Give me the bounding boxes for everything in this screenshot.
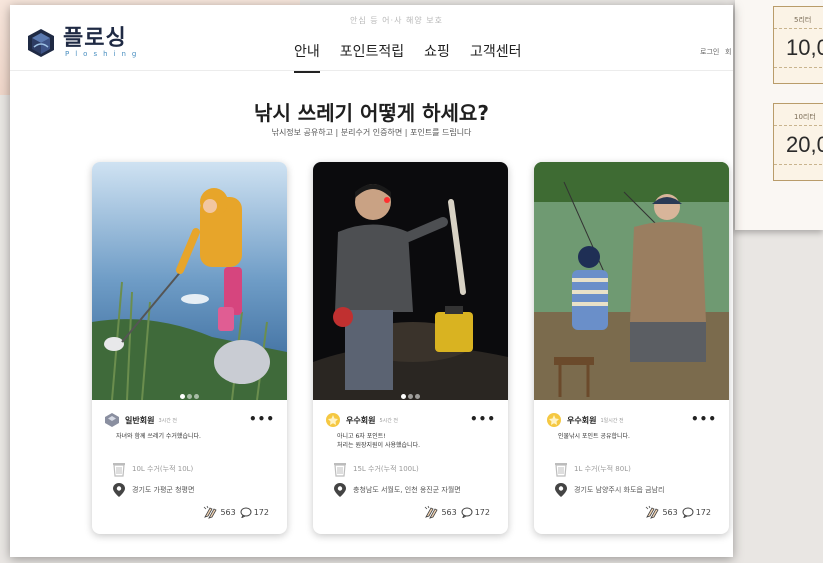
collection-info: 10L 수거(누적 10L)	[112, 461, 193, 477]
location-info: 경기도 남양주시 화도읍 금남리	[554, 482, 664, 498]
side-point-value: 10,0	[786, 35, 823, 60]
premium-member-badge-icon	[326, 413, 340, 427]
member-level: 우수회원	[567, 415, 597, 425]
main-nav: 안내 포인트적립 쇼핑 고객센터	[294, 41, 521, 73]
standard-member-badge-icon	[105, 413, 119, 427]
location-text: 충청남도 서월도, 인천 옹진군 자월면	[353, 486, 461, 494]
post-photo[interactable]	[313, 162, 508, 400]
speech-bubble-icon[interactable]	[240, 507, 252, 518]
collection-amount: 15L 수거(누적 100L)	[353, 465, 419, 473]
more-dots-icon[interactable]: •••	[691, 412, 717, 426]
logo[interactable]: 플로싱 Ploshing	[25, 27, 142, 59]
clapping-hands-icon[interactable]	[423, 505, 439, 519]
post-author: 우수회원 1일시간 전	[546, 412, 624, 428]
comments-count: 172	[253, 507, 269, 517]
location-info: 경기도 가평군 청평면	[112, 482, 194, 498]
likes-count: 563	[220, 507, 236, 517]
side-point-card: 5리터 10,0	[773, 6, 823, 84]
collection-amount: 10L 수거(누적 10L)	[132, 465, 194, 473]
nav-item-shopping[interactable]: 쇼핑	[424, 41, 450, 73]
logo-wordmark: 플로싱	[63, 26, 127, 51]
post-stats: 563 172	[202, 505, 273, 519]
post-card[interactable]: 우수회원 5시간 전 ••• 아니고 6자 포인트! 처리는 원장지원이 사용했…	[313, 162, 508, 534]
carousel-dots[interactable]	[313, 384, 508, 403]
side-point-value: 20,0	[786, 132, 823, 157]
nav-item-guide[interactable]: 안내	[294, 41, 320, 73]
clapping-hands-icon[interactable]	[644, 505, 660, 519]
side-point-label: 5리터	[774, 7, 823, 29]
hero-title: 낚시 쓰레기 어떻게 하세요?	[254, 101, 489, 125]
speech-bubble-icon[interactable]	[461, 507, 473, 518]
more-dots-icon[interactable]: •••	[470, 412, 496, 426]
trash-can-icon	[334, 463, 346, 477]
post-author: 일반회원 3시간 전	[104, 412, 177, 428]
post-card[interactable]: 일반회원 3시간 전 ••• 자녀와 함께 쓰레기 수거했습니다. 10L 수거…	[92, 162, 287, 534]
clapping-hands-icon[interactable]	[202, 505, 218, 519]
likes-count: 563	[441, 507, 457, 517]
hero-subtitle: 낚시정보 공유하고 | 분리수거 인증하면 | 포인트를 드립니다	[271, 128, 472, 137]
collection-info: 15L 수거(누적 100L)	[333, 461, 419, 477]
more-dots-icon[interactable]: •••	[249, 412, 275, 426]
header-topline: 안심 등 어·사 해양 보호	[350, 16, 443, 25]
location-text: 경기도 가평군 청평면	[132, 486, 195, 494]
post-description: 자녀와 함께 쓰레기 수거했습니다.	[116, 433, 201, 440]
post-card[interactable]: 우수회원 1일시간 전 ••• 인물낚시 포인트 공유합니다. 1L 수거(누적…	[534, 162, 729, 534]
nav-item-support[interactable]: 고객센터	[470, 41, 522, 73]
member-level: 일반회원	[125, 415, 155, 425]
collection-amount: 1L 수거(누적 80L)	[574, 465, 631, 473]
post-time: 5시간 전	[379, 417, 399, 424]
post-description: 아니고 6자 포인트! 처리는 원장지원이 사용했습니다.	[337, 433, 421, 449]
comments-count: 172	[695, 507, 711, 517]
nav-item-points[interactable]: 포인트적립	[340, 41, 404, 73]
hexagon-cube-logo-icon	[28, 29, 54, 57]
trash-can-icon	[555, 463, 567, 477]
post-time: 1일시간 전	[600, 417, 624, 424]
side-point-label: 10리터	[774, 104, 823, 126]
carousel-dots[interactable]	[92, 384, 287, 403]
post-photo[interactable]	[534, 162, 729, 400]
post-author: 우수회원 5시간 전	[325, 412, 398, 428]
site-window: 안심 등 어·사 해양 보호 플로싱 Ploshing 안내 포인트적립 쇼핑 …	[10, 5, 733, 557]
login-link[interactable]: 로그인	[700, 47, 719, 57]
signup-link[interactable]: 회	[725, 47, 731, 57]
logo-subtitle: Ploshing	[65, 50, 143, 58]
location-text: 경기도 남양주시 화도읍 금남리	[574, 486, 665, 494]
likes-count: 563	[662, 507, 678, 517]
site-header: 안심 등 어·사 해양 보호 플로싱 Ploshing 안내 포인트적립 쇼핑 …	[10, 5, 733, 73]
comments-count: 172	[474, 507, 490, 517]
post-photo[interactable]	[92, 162, 287, 400]
trash-can-icon	[113, 463, 125, 477]
post-time: 3시간 전	[158, 417, 178, 424]
map-pin-icon	[334, 483, 346, 497]
speech-bubble-icon[interactable]	[682, 507, 694, 518]
post-description: 인물낚시 포인트 공유합니다.	[558, 433, 630, 440]
location-info: 충청남도 서월도, 인천 옹진군 자월면	[333, 482, 461, 498]
post-stats: 563 172	[644, 505, 715, 519]
map-pin-icon	[555, 483, 567, 497]
collection-info: 1L 수거(누적 80L)	[554, 461, 631, 477]
member-level: 우수회원	[346, 415, 376, 425]
premium-member-badge-icon	[547, 413, 561, 427]
side-point-card: 10리터 20,0	[773, 103, 823, 181]
map-pin-icon	[113, 483, 125, 497]
post-stats: 563 172	[423, 505, 494, 519]
